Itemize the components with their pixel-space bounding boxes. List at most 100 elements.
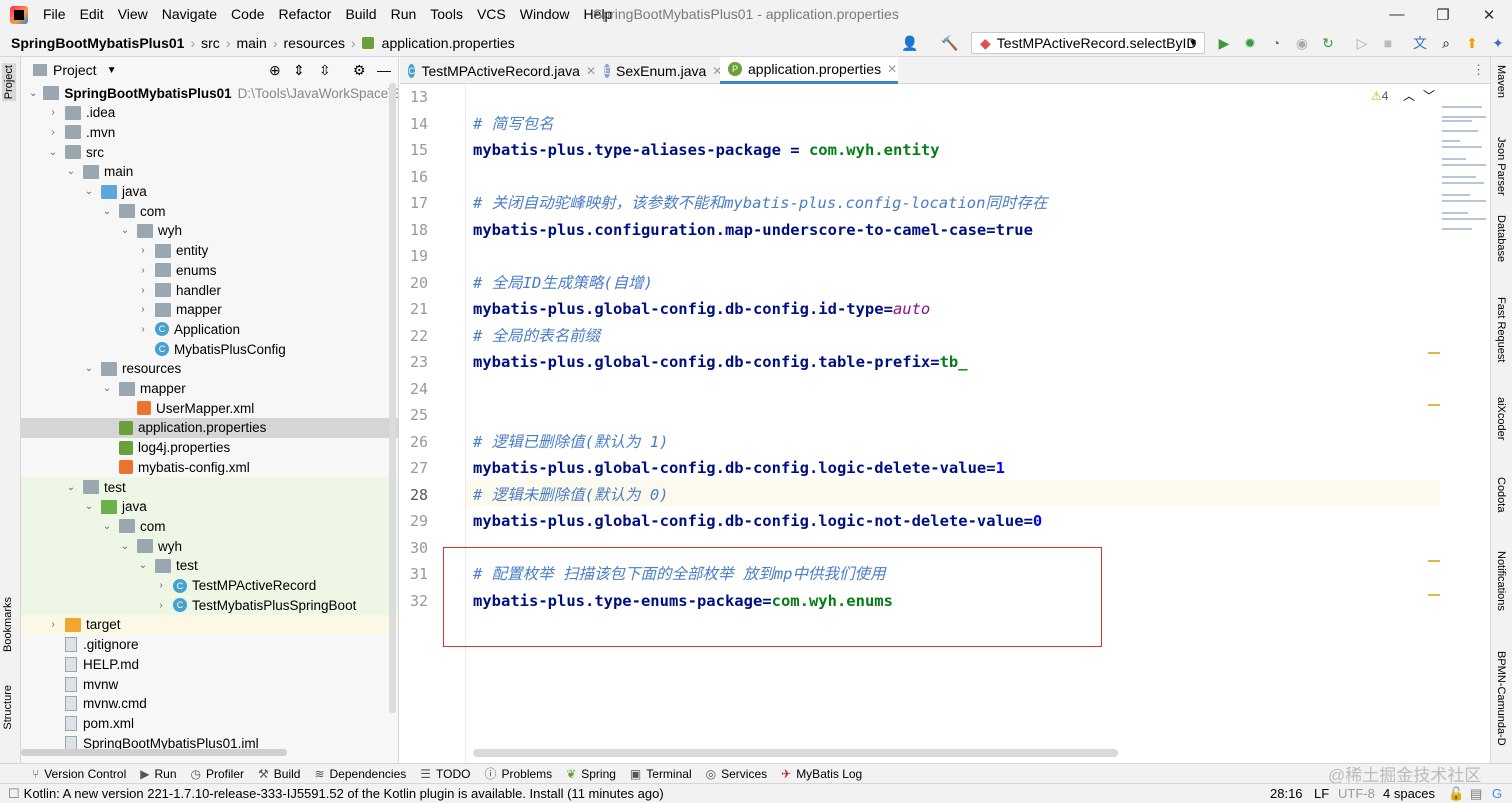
- tree-item[interactable]: ⌄ wyh: [21, 536, 398, 557]
- tree-item[interactable]: C MybatisPlusConfig: [21, 339, 398, 359]
- chevron-down-icon[interactable]: ⌄: [47, 147, 59, 158]
- code-line[interactable]: # 全局的表名前缀: [473, 326, 600, 346]
- version-control-button[interactable]: ⑂ Version Control: [32, 767, 126, 781]
- indent-setting[interactable]: 4 spaces: [1383, 786, 1435, 801]
- close-tab-icon[interactable]: ✕: [887, 62, 897, 76]
- bookmarks-tool-button[interactable]: Bookmarks: [2, 597, 14, 652]
- tree-item[interactable]: ⌄ resources: [21, 359, 398, 379]
- code-line[interactable]: # 关闭自动驼峰映射，该参数不能和mybatis-plus.config-loc…: [473, 193, 1047, 213]
- code-line[interactable]: mybatis-plus.configuration.map-underscor…: [473, 220, 1033, 240]
- tree-item[interactable]: ⌄ com: [21, 201, 398, 221]
- breadcrumb-project[interactable]: SpringBootMybatisPlus01: [0, 35, 188, 51]
- menu-item-navigate[interactable]: Navigate: [155, 0, 224, 29]
- json-parser-tool-button[interactable]: Json Parser: [1495, 137, 1507, 196]
- dependencies-button[interactable]: ≋ Dependencies: [314, 767, 406, 781]
- code-line[interactable]: # 逻辑已删除值(默认为 1): [473, 432, 669, 452]
- chevron-down-icon[interactable]: ⌄: [65, 482, 77, 493]
- tree-item[interactable]: ⌄ wyh: [21, 221, 398, 241]
- breadcrumb-file[interactable]: application.properties: [378, 35, 519, 51]
- tree-item[interactable]: log4j.properties: [21, 438, 398, 458]
- chevron-down-icon[interactable]: ⌄: [101, 521, 113, 532]
- close-icon[interactable]: ✕: [1466, 0, 1512, 29]
- expand-all-icon[interactable]: ⇕: [293, 62, 305, 79]
- chevron-down-icon[interactable]: ⌄: [101, 383, 113, 394]
- tree-item[interactable]: ⌄ main: [21, 162, 398, 182]
- code-line[interactable]: # 逻辑未删除值(默认为 0): [473, 485, 669, 505]
- chevron-right-icon[interactable]: ›: [137, 324, 149, 335]
- build-hammer-icon[interactable]: 🔨: [940, 33, 960, 53]
- menu-item-code[interactable]: Code: [224, 0, 271, 29]
- code-line[interactable]: # 全局ID生成策略(自增): [473, 273, 653, 293]
- chevron-down-icon[interactable]: ▼: [107, 65, 117, 76]
- chevron-down-icon[interactable]: ⌄: [83, 363, 95, 374]
- chevron-right-icon[interactable]: ›: [137, 285, 149, 296]
- tree-item[interactable]: › .idea: [21, 103, 398, 123]
- tree-item[interactable]: ⌄ java: [21, 182, 398, 202]
- chevron-right-icon[interactable]: ›: [137, 304, 149, 315]
- code-line[interactable]: mybatis-plus.global-config.db-config.log…: [473, 458, 1005, 478]
- gear-icon[interactable]: ⚙: [353, 62, 366, 79]
- code-line[interactable]: # 简写包名: [473, 114, 554, 134]
- build-tool-button[interactable]: ⚒ Build: [258, 767, 300, 781]
- prev-highlight-icon[interactable]: ︿: [1403, 87, 1415, 104]
- menu-item-file[interactable]: File: [36, 0, 73, 29]
- breadcrumb-main[interactable]: main: [232, 35, 270, 51]
- fast-request-tool-button[interactable]: Fast Request: [1495, 297, 1507, 362]
- scroll-marker[interactable]: [1428, 352, 1440, 354]
- chevron-right-icon[interactable]: ›: [137, 265, 149, 276]
- collapse-all-icon[interactable]: ⇳: [319, 62, 331, 79]
- menu-item-run[interactable]: Run: [384, 0, 424, 29]
- tree-horizontal-scrollbar[interactable]: [21, 749, 287, 756]
- run-tool-button[interactable]: ▶ Run: [140, 767, 176, 781]
- next-highlight-icon[interactable]: ﹀: [1423, 87, 1435, 104]
- update-icon[interactable]: ⬆: [1462, 33, 1482, 53]
- aixcoder-tool-button[interactable]: aiXcoder: [1495, 397, 1507, 440]
- bpmn-tool-button[interactable]: BPMN-Camunda-D: [1495, 651, 1507, 759]
- code-line[interactable]: mybatis-plus.global-config.db-config.log…: [473, 511, 1042, 531]
- more-tabs-icon[interactable]: ⋮: [1472, 62, 1485, 78]
- services-button[interactable]: ◎ Services: [706, 767, 768, 781]
- user-icon[interactable]: 👤: [900, 33, 920, 53]
- scroll-marker[interactable]: [1428, 404, 1440, 406]
- tree-item[interactable]: pom.xml: [21, 713, 398, 733]
- chevron-down-icon[interactable]: ⌄: [119, 541, 131, 552]
- tab-application-properties[interactable]: P application.properties ✕: [720, 57, 898, 84]
- problems-button[interactable]: ⓘ Problems: [484, 765, 552, 782]
- status-message[interactable]: Kotlin: A new version 221-1.7.10-release…: [24, 786, 664, 801]
- menu-item-build[interactable]: Build: [338, 0, 383, 29]
- chevron-down-icon[interactable]: ⌄: [101, 206, 113, 217]
- project-tool-button[interactable]: Project: [2, 63, 16, 102]
- code-line[interactable]: mybatis-plus.global-config.db-config.tab…: [473, 352, 968, 372]
- profiler-button[interactable]: ◷ Profiler: [191, 767, 245, 781]
- menu-item-window[interactable]: Window: [513, 0, 577, 29]
- chevron-down-icon[interactable]: ⌄: [137, 560, 149, 571]
- rerun-icon[interactable]: ▷: [1352, 33, 1372, 53]
- plugin-icon[interactable]: ✦: [1488, 33, 1508, 53]
- attach-icon[interactable]: ↻: [1318, 33, 1338, 53]
- notifications-tool-button[interactable]: Notifications: [1495, 551, 1507, 611]
- scroll-marker[interactable]: [1428, 560, 1440, 562]
- menu-item-refactor[interactable]: Refactor: [272, 0, 339, 29]
- menu-item-view[interactable]: View: [111, 0, 155, 29]
- tree-item[interactable]: › entity: [21, 241, 398, 261]
- google-icon[interactable]: G: [1492, 786, 1502, 801]
- run-configuration-select[interactable]: ◆ TestMPActiveRecord.selectByID ▼: [971, 32, 1205, 54]
- mybatis-log-button[interactable]: ✈ MyBatis Log: [781, 767, 862, 781]
- tree-item[interactable]: › C Application: [21, 319, 398, 339]
- coverage-icon[interactable]: ◔: [1266, 33, 1286, 53]
- tree-item[interactable]: › mapper: [21, 300, 398, 320]
- chevron-down-icon[interactable]: ⌄: [29, 88, 37, 99]
- tree-item[interactable]: application.properties: [21, 417, 398, 438]
- menu-item-tools[interactable]: Tools: [423, 0, 470, 29]
- tree-item[interactable]: UserMapper.xml: [21, 398, 398, 418]
- cursor-position[interactable]: 28:16: [1270, 786, 1303, 801]
- tree-item[interactable]: › .mvn: [21, 122, 398, 142]
- maven-tool-button[interactable]: Maven: [1495, 65, 1507, 98]
- chevron-right-icon[interactable]: ›: [47, 127, 59, 138]
- chevron-right-icon[interactable]: ›: [155, 580, 167, 591]
- status-expand-icon[interactable]: ☐: [8, 786, 20, 802]
- chevron-down-icon[interactable]: ⌄: [83, 186, 95, 197]
- run-icon[interactable]: ▶: [1214, 33, 1234, 53]
- todo-button[interactable]: ☰ TODO: [420, 767, 470, 781]
- chevron-right-icon[interactable]: ›: [47, 619, 59, 630]
